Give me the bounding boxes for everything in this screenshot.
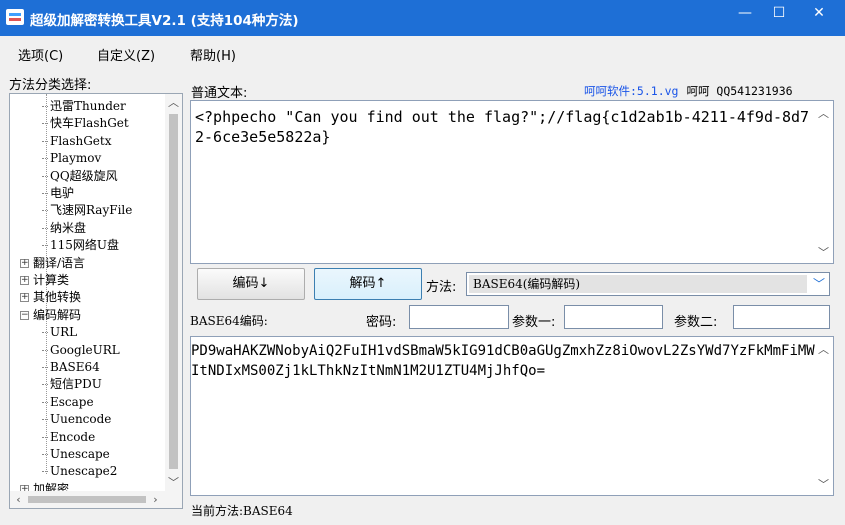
scroll-right-icon[interactable]: › xyxy=(147,491,164,508)
tree-item-label: URL xyxy=(50,325,78,340)
tree-item-label: 快车FlashGet xyxy=(50,116,129,131)
tree-item[interactable]: 飞速网RayFile xyxy=(41,202,133,219)
encoded-text-content[interactable]: PD9waHAKZWNobyAiQ2FuIH1vdSBmaW5kIG91dCB0… xyxy=(191,341,817,381)
tree-item[interactable]: URL xyxy=(41,324,78,341)
expand-icon[interactable]: + xyxy=(20,276,29,285)
param2-field[interactable] xyxy=(733,305,830,329)
app-icon xyxy=(6,9,24,25)
close-button[interactable]: ✕ xyxy=(802,0,836,28)
tree-item-label: BASE64 xyxy=(50,360,100,374)
decode-button[interactable]: 解码↑ xyxy=(314,268,422,300)
tree-item-label: QQ超级旋风 xyxy=(50,168,118,183)
maximize-button[interactable]: ☐ xyxy=(762,0,796,28)
expand-icon[interactable]: + xyxy=(20,293,29,303)
tree-item-label: FlashGetx xyxy=(50,133,112,148)
tree-item-label: 飞速网RayFile xyxy=(50,203,133,218)
tree-item[interactable]: 电驴 xyxy=(41,185,75,202)
tree-item-label: 编码解码 xyxy=(33,307,82,322)
minimize-button[interactable]: — xyxy=(728,0,762,28)
tree-item-label: 计算类 xyxy=(33,273,70,287)
password-label: 密码: xyxy=(366,315,397,330)
tree-group[interactable]: + 其他转换 xyxy=(20,289,81,306)
tree-group[interactable]: + 计算类 xyxy=(20,272,69,289)
tree-item[interactable]: Uuencode xyxy=(41,411,112,428)
tree-item[interactable]: 纳米盘 xyxy=(41,220,87,237)
credit-qq: 呵呵 QQ541231936 xyxy=(686,84,793,98)
scroll-up-icon[interactable]: ︿ xyxy=(165,94,182,111)
plain-text-scrollbar[interactable]: ︿ ﹀ xyxy=(815,101,833,263)
password-field[interactable] xyxy=(409,305,509,329)
tree-scroll-thumb[interactable] xyxy=(169,114,178,469)
tree-item-label: Playmov xyxy=(50,151,102,166)
tree-item-label: 翻译/语言 xyxy=(33,255,86,270)
tree-item-label: GoogleURL xyxy=(50,342,120,357)
tree-item-label: Escape xyxy=(50,394,94,409)
plain-text-label: 普通文本: xyxy=(191,86,248,101)
tree-item[interactable]: Escape xyxy=(42,394,94,411)
scroll-down-icon[interactable]: ﹀ xyxy=(815,244,832,261)
param1-label: 参数一: xyxy=(512,315,556,330)
plain-text-content[interactable]: <?phpecho "Can you find out the flag?";/… xyxy=(195,107,811,147)
tree-vertical-scrollbar[interactable]: ︿ ﹀ xyxy=(165,94,182,491)
tree-item[interactable]: Unescape xyxy=(42,446,110,463)
menu-options[interactable]: 选项(C) xyxy=(18,45,63,64)
tree-group[interactable]: − 编码解码 xyxy=(20,307,81,324)
tree-horizontal-scrollbar[interactable]: ‹ › xyxy=(10,491,182,508)
param1-field[interactable] xyxy=(564,305,663,329)
tree-item[interactable]: FlashGetx xyxy=(41,133,112,150)
menu-help[interactable]: 帮助(H) xyxy=(190,45,236,64)
collapse-icon[interactable]: − xyxy=(20,310,29,320)
tree-item[interactable]: Encode xyxy=(41,429,96,446)
tree-item-label: 电驴 xyxy=(50,186,75,200)
tree-item-label: 短信PDU xyxy=(50,377,102,392)
window-title: 超级加解密转换工具V2.1 (支持104种方法) xyxy=(30,13,299,29)
tree-item-label: Encode xyxy=(50,429,96,444)
encoded-label: BASE64编码: xyxy=(190,314,268,328)
scroll-down-icon[interactable]: ﹀ xyxy=(815,476,832,493)
menu-bar: 选项(C) 自定义(Z) 帮助(H) xyxy=(0,36,845,68)
tree-item[interactable]: QQ超级旋风 xyxy=(42,168,118,185)
tree-item[interactable]: BASE64 xyxy=(42,359,100,376)
tree-hscroll-thumb[interactable] xyxy=(28,496,146,503)
tree-item-label: 115网络U盘 xyxy=(50,238,120,253)
tree-item[interactable]: 快车FlashGet xyxy=(42,115,129,132)
menu-custom[interactable]: 自定义(Z) xyxy=(97,45,155,64)
scroll-down-icon[interactable]: ﹀ xyxy=(165,474,182,491)
tree-item-label: Unescape xyxy=(50,447,110,461)
method-tree[interactable]: 迅雷Thunder 快车FlashGet FlashGetx Playmov QQ超级旋… xyxy=(9,93,183,509)
encoded-text-area[interactable]: PD9waHAKZWNobyAiQ2FuIH1vdSBmaW5kIG91dCB0… xyxy=(190,336,834,496)
tree-item[interactable]: 短信PDU xyxy=(42,376,102,393)
tree-item[interactable]: 115网络U盘 xyxy=(41,237,120,254)
scroll-up-icon[interactable]: ︿ xyxy=(815,105,832,122)
scroll-up-icon[interactable]: ︿ xyxy=(815,341,832,358)
tree-item[interactable]: GoogleURL xyxy=(42,342,120,359)
method-select[interactable]: BASE64(编码解码) ﹀ xyxy=(466,272,830,296)
encode-button[interactable]: 编码↓ xyxy=(197,268,305,300)
tree-item-label: 其他转换 xyxy=(33,290,82,305)
param2-label: 参数二: xyxy=(674,315,718,330)
credit-link[interactable]: 呵呵软件:5.1.vg xyxy=(584,84,678,98)
scroll-left-icon[interactable]: ‹ xyxy=(10,491,27,508)
tree-item[interactable]: Playmov xyxy=(41,150,102,167)
tree-item[interactable]: Unescape2 xyxy=(41,463,118,480)
method-tree-label: 方法分类选择: xyxy=(9,78,92,93)
tree-item-label: 纳米盘 xyxy=(50,220,87,235)
tree-item-label: Unescape2 xyxy=(50,464,118,479)
title-bar: 超级加解密转换工具V2.1 (支持104种方法) — ☐ ✕ xyxy=(0,0,845,36)
tree-item-label: 迅雷Thunder xyxy=(50,99,126,113)
status-bar: 当前方法:BASE64 xyxy=(191,504,293,518)
expand-icon[interactable]: + xyxy=(20,258,29,268)
tree-item-label: Uuencode xyxy=(50,412,112,427)
method-label: 方法: xyxy=(426,280,457,295)
tree-item[interactable]: 迅雷Thunder xyxy=(42,98,126,115)
method-select-value: BASE64(编码解码) xyxy=(469,275,807,293)
chevron-down-icon[interactable]: ﹀ xyxy=(809,273,829,295)
credit-line: 呵呵软件:5.1.vg 呵呵 QQ541231936 xyxy=(584,83,793,99)
encoded-text-scrollbar[interactable]: ︿ ﹀ xyxy=(815,337,833,495)
tree-group[interactable]: + 翻译/语言 xyxy=(20,255,85,272)
plain-text-area[interactable]: <?phpecho "Can you find out the flag?";/… xyxy=(190,100,834,264)
